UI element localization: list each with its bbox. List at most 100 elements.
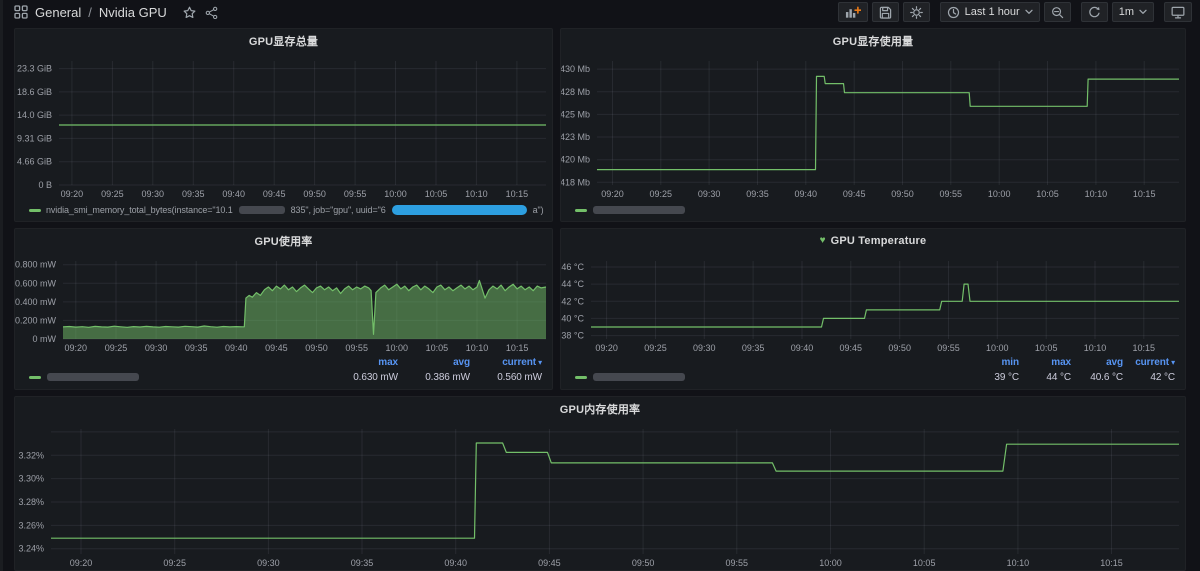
side-menu-edge [0, 0, 3, 571]
x-tick-label: 09:50 [891, 189, 914, 199]
x-tick-label: 09:45 [538, 558, 561, 568]
y-tick-label: 423 Mb [561, 132, 590, 142]
magnifier-minus-icon [1051, 6, 1063, 18]
y-tick-label: 425 Mb [561, 109, 590, 119]
breadcrumb-section[interactable]: General [35, 5, 81, 20]
legend-sort-min[interactable]: min [967, 357, 1020, 368]
apps-icon[interactable] [14, 5, 28, 19]
panel-header: GPU内存使用率 [15, 397, 1185, 421]
series-line [591, 283, 1179, 328]
x-tick-label: 10:00 [386, 343, 409, 353]
panel-title[interactable]: GPU内存使用率 [560, 401, 640, 417]
y-tick-label: 3.32% [18, 450, 44, 460]
x-tick-label: 10:10 [466, 343, 489, 353]
breadcrumb: General / Nvidia GPU [14, 5, 218, 20]
redacted-series-name [593, 206, 685, 214]
star-icon[interactable] [183, 6, 196, 19]
share-icon[interactable] [205, 6, 218, 19]
x-tick-label: 09:30 [693, 343, 716, 353]
add-panel-icon [845, 6, 861, 18]
panel-title[interactable]: GPU Temperature [831, 235, 927, 247]
x-tick-label: 09:20 [65, 343, 88, 353]
x-tick-label: 09:25 [650, 189, 673, 199]
clock-icon [947, 6, 959, 18]
chart-canvas[interactable]: 09:20 09:25 09:30 09:35 09:40 09:45 09:50 09:55… [561, 253, 1185, 355]
x-tick-label: 09:50 [632, 558, 655, 568]
x-tick-label: 09:40 [225, 343, 248, 353]
x-tick-label: 09:35 [746, 189, 769, 199]
chevron-down-icon [1025, 9, 1033, 14]
y-tick-label: 428 Mb [561, 87, 590, 97]
health-heart-icon: ♥ [819, 235, 826, 246]
panel-header: GPU显存使用量 [561, 29, 1185, 53]
legend-sort-max[interactable]: max [1019, 357, 1071, 368]
y-tick-label: 0.400 mW [15, 297, 57, 307]
y-tick-label: 3.26% [18, 520, 44, 530]
refresh-button[interactable] [1080, 2, 1108, 22]
x-tick-label: 09:50 [305, 343, 328, 353]
panel-4: ♥ GPU Temperature 09:20 09:25 09:30 09:35 09… [560, 228, 1186, 390]
zoom-out-button[interactable] [1043, 2, 1071, 22]
chart-canvas[interactable]: 09:20 09:25 09:30 09:35 09:40 09:45 09:50 09:55… [15, 421, 1185, 570]
y-tick-label: 40 °C [561, 313, 584, 323]
breadcrumb-page[interactable]: Nvidia GPU [99, 5, 167, 20]
legend-sort-max[interactable]: max [326, 357, 398, 368]
legend-series[interactable]: nvidia_smi_memory_total_bytes(instance="… [15, 201, 552, 219]
panel-3: GPU使用率 09:20 09:25 09:30 09:35 09:40 09:45 09:… [14, 228, 553, 390]
x-tick-label: 10:10 [465, 189, 488, 199]
add-panel-button[interactable] [837, 2, 868, 22]
legend-stat-value: 44 °C [1046, 371, 1071, 383]
legend-stat-value: 42 °C [1150, 371, 1175, 383]
legend-stats-header: min max avg current ▾ [561, 355, 1185, 369]
x-tick-label: 09:30 [142, 189, 165, 199]
legend-sort-current[interactable]: current ▾ [1123, 357, 1175, 368]
x-tick-label: 09:20 [595, 343, 618, 353]
panel-title[interactable]: GPU使用率 [254, 233, 312, 249]
dashboard-settings-button[interactable] [902, 2, 930, 22]
legend-sort-current[interactable]: current ▾ [470, 357, 542, 368]
x-tick-label: 10:00 [988, 189, 1011, 199]
refresh-interval-button[interactable]: 1m [1111, 2, 1154, 22]
panel-title[interactable]: GPU显存总量 [249, 33, 318, 49]
x-tick-label: 10:00 [819, 558, 842, 568]
legend: nvidia_smi_memory_total_bytes(instance="… [15, 201, 552, 219]
series-color-marker [29, 208, 41, 212]
time-range-button[interactable]: Last 1 hour [939, 2, 1040, 22]
chevron-down-icon [1139, 9, 1147, 14]
x-tick-label: 10:15 [1100, 558, 1123, 568]
x-tick-label: 09:55 [726, 558, 749, 568]
x-tick-label: 09:30 [257, 558, 280, 568]
legend-query-text: 835", job="gpu", uuid="6 [290, 205, 386, 215]
panel-header: GPU使用率 [15, 229, 552, 253]
legend-series[interactable]: 0.630 mW 0.386 mW 0.560 mW [15, 369, 552, 385]
chart-canvas[interactable]: 09:20 09:25 09:30 09:35 09:40 09:45 09:50 09:55… [15, 53, 552, 201]
legend-stats-header: max avg current ▾ [15, 355, 552, 369]
time-range-label: Last 1 hour [964, 6, 1020, 18]
sort-caret-icon: ▾ [1168, 357, 1175, 367]
cycle-view-button[interactable] [1164, 2, 1192, 22]
legend-stat-value: 40.6 °C [1090, 371, 1123, 383]
x-tick-label: 10:05 [1035, 343, 1058, 353]
redacted-uuid [391, 205, 527, 215]
legend-sort-avg[interactable]: avg [398, 357, 470, 368]
y-tick-label: 23.3 GiB [17, 64, 52, 74]
chart-canvas[interactable]: 09:20 09:25 09:30 09:35 09:40 09:45 09:50 09:55… [561, 53, 1185, 201]
save-dashboard-button[interactable] [871, 2, 899, 22]
y-tick-label: 9.31 GiB [17, 133, 52, 143]
chart-canvas[interactable]: 09:20 09:25 09:30 09:35 09:40 09:45 09:50 09:55… [15, 253, 552, 355]
panel-title[interactable]: GPU显存使用量 [833, 33, 913, 49]
x-tick-label: 09:20 [61, 189, 84, 199]
legend-series[interactable] [561, 201, 1185, 219]
x-tick-label: 09:20 [601, 189, 624, 199]
y-tick-label: 4.66 GiB [17, 157, 52, 167]
x-tick-label: 10:15 [506, 343, 529, 353]
x-tick-label: 09:30 [698, 189, 721, 199]
legend-series[interactable]: 39 °C 44 °C 40.6 °C 42 °C [561, 369, 1185, 385]
x-tick-label: 10:05 [426, 343, 449, 353]
x-tick-label: 09:40 [791, 343, 814, 353]
x-tick-label: 09:25 [101, 189, 124, 199]
legend-sort-avg[interactable]: avg [1071, 357, 1123, 368]
save-icon [879, 6, 891, 19]
x-tick-label: 10:15 [506, 189, 529, 199]
x-tick-label: 10:05 [913, 558, 936, 568]
